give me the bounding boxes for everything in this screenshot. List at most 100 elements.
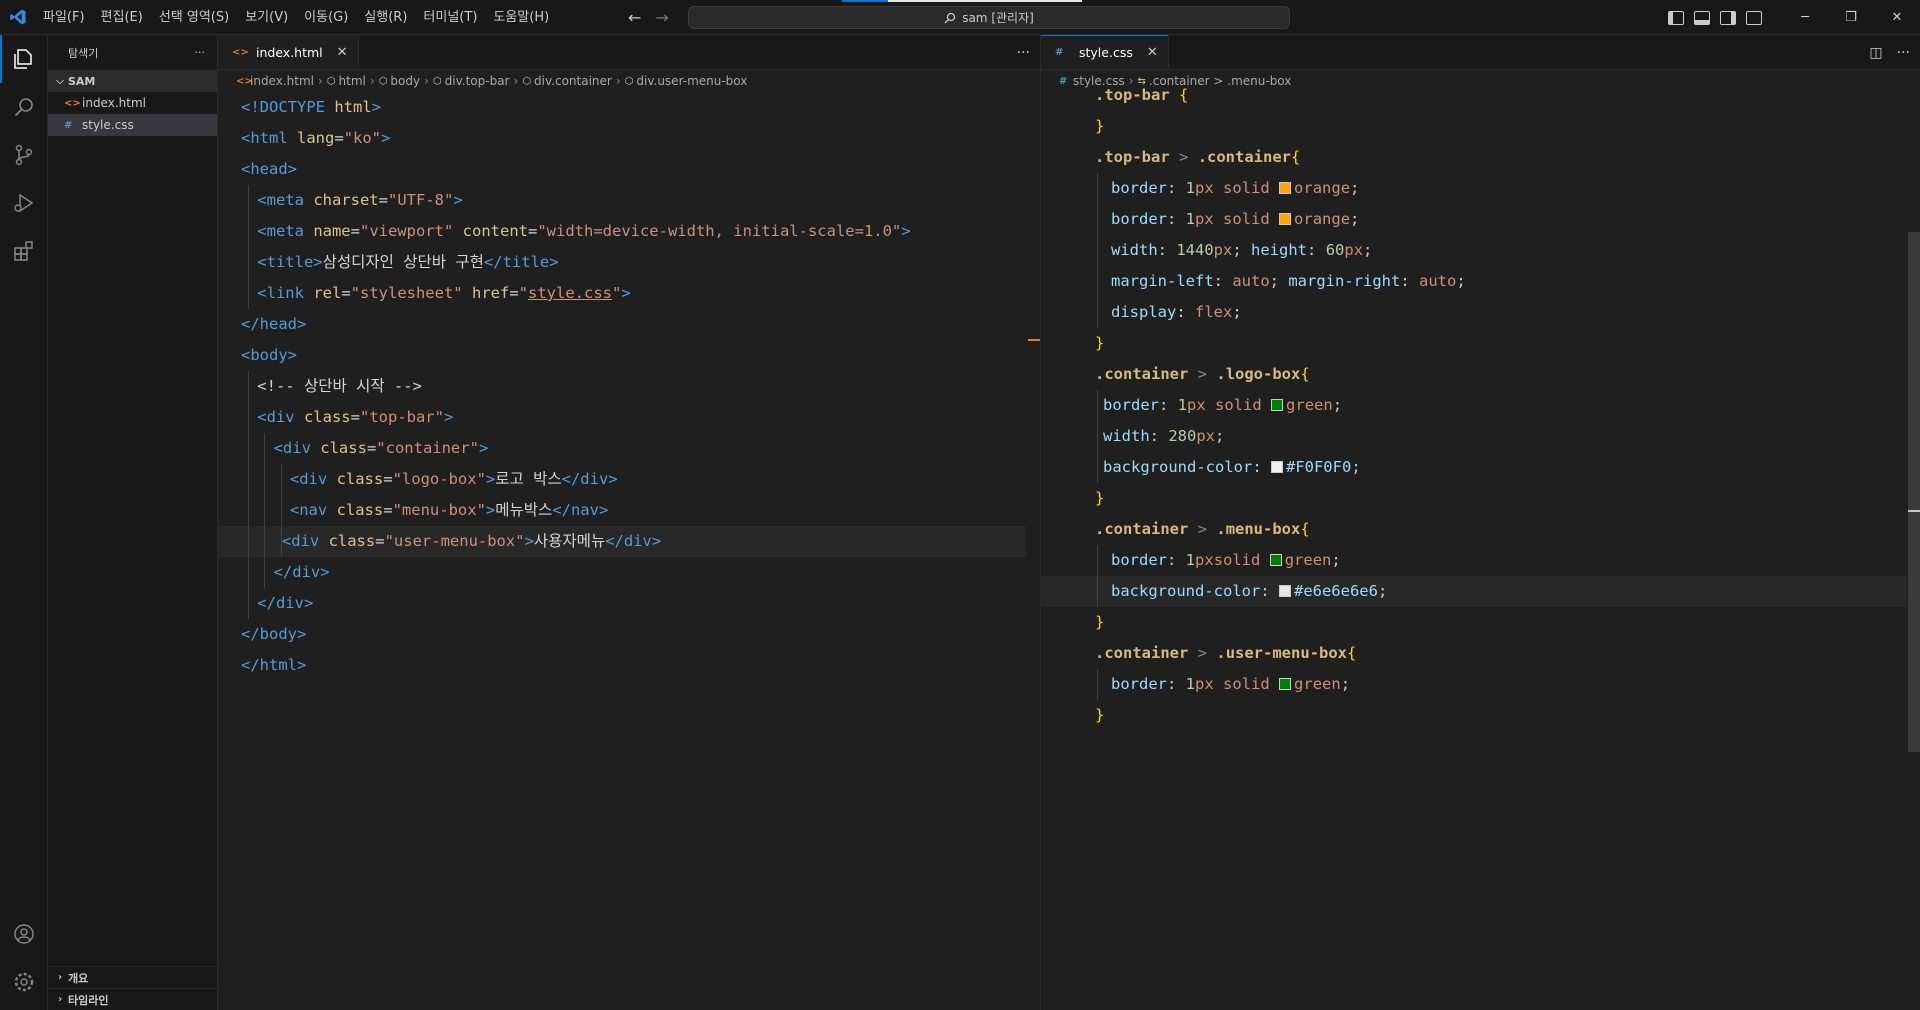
restore-button[interactable]: ❐ (1828, 0, 1874, 35)
toggle-secondary-sidebar-icon[interactable] (1720, 10, 1736, 25)
more-actions-icon[interactable]: ··· (195, 46, 206, 59)
menu-view[interactable]: 보기(V) (237, 0, 296, 35)
code-line[interactable]: <head> (218, 154, 1026, 185)
file-item-index-html[interactable]: <> index.html (48, 92, 217, 114)
toggle-primary-sidebar-icon[interactable] (1668, 10, 1684, 25)
code-line[interactable]: <div class="container"> (218, 433, 1026, 464)
code-line[interactable]: .container > .user-menu-box{ (1041, 638, 1907, 669)
menu-run[interactable]: 실행(R) (356, 0, 415, 35)
toggle-panel-icon[interactable] (1694, 10, 1710, 25)
command-center-search[interactable]: sam [관리자] (688, 6, 1290, 29)
code-line[interactable]: </html> (218, 650, 1026, 681)
customize-layout-icon[interactable] (1746, 10, 1762, 25)
code-line[interactable]: </head> (218, 309, 1026, 340)
timeline-section-header[interactable]: › 타임라인 (48, 988, 218, 1010)
tab-style-css[interactable]: # style.css ✕ (1041, 35, 1169, 69)
code-line[interactable]: </div> (218, 557, 1026, 588)
breadcrumb-separator-icon: › (513, 74, 519, 88)
element-icon: ⬡ (522, 75, 532, 87)
code-editor-html[interactable]: <!DOCTYPE html> <html lang="ko"> <head> <me… (218, 92, 1026, 681)
code-line[interactable]: <div class="top-bar"> (218, 402, 1026, 433)
menu-terminal[interactable]: 터미널(T) (415, 0, 485, 35)
run-and-debug-icon[interactable] (0, 179, 48, 227)
code-line[interactable]: background-color: #F0F0F0; (1041, 452, 1907, 483)
menu-edit[interactable]: 편집(E) (93, 0, 151, 35)
chevron-right-icon: › (57, 972, 63, 983)
element-icon: ⬡ (378, 75, 388, 87)
extensions-icon[interactable] (0, 227, 48, 275)
breadcrumb-item[interactable]: body (390, 74, 420, 88)
code-line[interactable]: margin-left: auto; margin-right: auto; (1041, 266, 1907, 297)
code-line[interactable]: border: 1px solid green; (1041, 390, 1907, 421)
element-icon: ⬡ (432, 75, 442, 87)
code-line[interactable]: width: 1440px; height: 60px; (1041, 235, 1907, 266)
code-line[interactable]: .top-bar { (1041, 80, 1907, 111)
close-icon[interactable]: ✕ (337, 45, 348, 60)
breadcrumb-item[interactable]: div.top-bar (445, 74, 510, 88)
gear-icon[interactable] (0, 958, 48, 1006)
code-line[interactable]: background-color: #e6e6e6e6; (1041, 576, 1907, 607)
code-line[interactable]: display: flex; (1041, 297, 1907, 328)
breadcrumb-item[interactable]: html (339, 74, 366, 88)
menu-bar: 파일(F) 편집(E) 선택 영역(S) 보기(V) 이동(G) 실행(R) 터… (35, 0, 557, 35)
accounts-icon[interactable] (0, 910, 48, 958)
more-actions-icon[interactable]: ··· (1897, 45, 1910, 61)
code-line[interactable]: <meta charset="UTF-8"> (218, 185, 1026, 216)
code-line[interactable]: } (1041, 607, 1907, 638)
code-line[interactable]: } (1041, 700, 1907, 731)
code-line[interactable]: </body> (218, 619, 1026, 650)
source-control-icon[interactable] (0, 131, 48, 179)
folder-section-header[interactable]: ⌵ SAM (48, 70, 217, 92)
breadcrumb-item[interactable]: div.user-menu-box (636, 74, 747, 88)
code-editor-css[interactable]: .top-bar {} .top-bar > .container{border:… (1041, 80, 1907, 731)
file-item-style-css[interactable]: # style.css (48, 114, 217, 136)
code-line[interactable]: <html lang="ko"> (218, 123, 1026, 154)
minimize-button[interactable]: ─ (1782, 0, 1828, 35)
code-line[interactable]: } (1041, 111, 1907, 142)
code-line[interactable]: border: 1px solid orange; (1041, 204, 1907, 235)
code-line[interactable]: <div class="logo-box">로고 박스</div> (218, 464, 1026, 495)
close-window-button[interactable]: ✕ (1874, 0, 1920, 35)
close-icon[interactable]: ✕ (1147, 45, 1158, 60)
code-line[interactable]: .container > .menu-box{ (1041, 514, 1907, 545)
breadcrumb-item[interactable]: div.container (534, 74, 612, 88)
menu-help[interactable]: 도움말(H) (485, 0, 557, 35)
code-line[interactable]: </div> (218, 588, 1026, 619)
forward-arrow-icon[interactable]: → (655, 8, 668, 27)
html-file-icon: <> (64, 97, 81, 109)
code-line[interactable]: <nav class="menu-box">메뉴박스</nav> (218, 495, 1026, 526)
code-line[interactable]: border: 1px solid green; (1041, 669, 1907, 700)
code-line[interactable]: width: 280px; (1041, 421, 1907, 452)
code-line[interactable]: } (1041, 483, 1907, 514)
menu-file[interactable]: 파일(F) (35, 0, 93, 35)
search-icon[interactable] (0, 83, 48, 131)
code-line[interactable]: .top-bar > .container{ (1041, 142, 1907, 173)
code-line[interactable]: border: 1pxsolid green; (1041, 545, 1907, 576)
code-line[interactable]: <!DOCTYPE html> (218, 92, 1026, 123)
vscode-logo-icon[interactable] (0, 0, 35, 35)
more-actions-icon[interactable]: ··· (1017, 45, 1030, 61)
code-line[interactable]: <link rel="stylesheet" href="style.css"> (218, 278, 1026, 309)
vertical-scrollbar[interactable] (1026, 92, 1040, 1010)
code-line[interactable]: <title>삼성디자인 상단바 구현</title> (218, 247, 1026, 278)
code-line[interactable]: .container > .logo-box{ (1041, 359, 1907, 390)
code-line[interactable]: <!-- 상단바 시작 --> (218, 371, 1026, 402)
outline-section-header[interactable]: › 개요 (48, 966, 218, 988)
back-arrow-icon[interactable]: ← (628, 8, 641, 27)
outline-label: 개요 (68, 971, 89, 985)
explorer-icon[interactable] (0, 35, 48, 83)
menu-selection[interactable]: 선택 영역(S) (151, 0, 237, 35)
vertical-scrollbar[interactable] (1906, 92, 1920, 1010)
code-line[interactable]: <div class="user-menu-box">사용자메뉴</div> (218, 526, 1026, 557)
element-icon: ⬡ (624, 75, 634, 87)
code-line[interactable]: } (1041, 328, 1907, 359)
code-line[interactable]: <meta name="viewport" content="width=dev… (218, 216, 1026, 247)
code-line[interactable]: <body> (218, 340, 1026, 371)
breadcrumb-item[interactable]: index.html (250, 74, 314, 88)
timeline-label: 타임라인 (68, 993, 109, 1007)
code-line[interactable]: border: 1px solid orange; (1041, 173, 1907, 204)
menu-go[interactable]: 이동(G) (296, 0, 356, 35)
editor-tabs-left: <> index.html ✕ ··· (218, 35, 1040, 70)
split-editor-icon[interactable]: ◫ (1869, 45, 1882, 61)
tab-index-html[interactable]: <> index.html ✕ (218, 35, 359, 69)
